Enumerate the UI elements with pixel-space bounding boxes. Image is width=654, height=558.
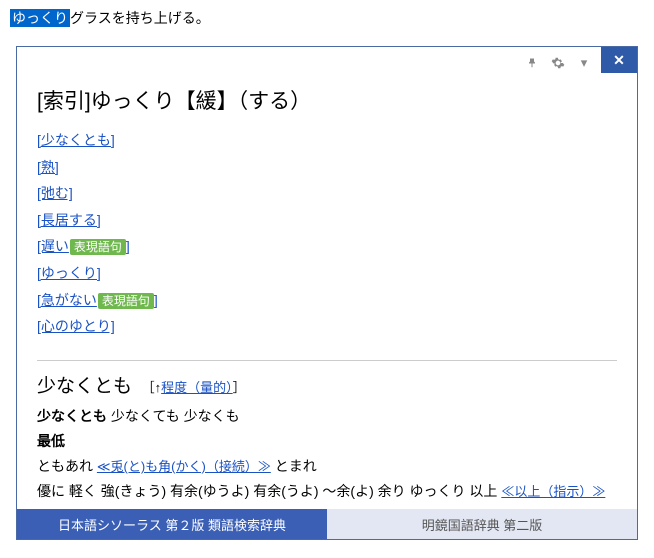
index-link[interactable]: [遅い [37, 238, 69, 254]
cross-ref-link[interactable]: ≪以上（指示）≫ [501, 484, 605, 499]
pin-icon[interactable] [523, 54, 541, 72]
index-link[interactable]: [長居する] [37, 212, 101, 228]
sentence-rest: グラスを持ち上げる。 [70, 10, 210, 26]
index-item: [急がない表現語句] [37, 287, 617, 314]
index-item: [少なくとも] [37, 127, 617, 154]
index-item: [遅い表現語句] [37, 233, 617, 260]
section-line: ともあれ ≪兎(と)も角(かく)（接続）≫ とまれ [37, 454, 617, 479]
term-bold: 少なくとも [37, 408, 107, 424]
index-link[interactable]: [少なくとも] [37, 132, 115, 148]
cross-ref-link[interactable]: ≪兎(と)も角(かく)（接続）≫ [97, 459, 271, 474]
term-bold: 最低 [37, 433, 65, 449]
tab-thesaurus[interactable]: 日本語シソーラス 第２版 類語検索辞典 [17, 509, 327, 539]
index-item: [弛む] [37, 180, 617, 207]
popup-toolbar: ▾ ✕ [17, 47, 637, 79]
chevron-down-icon[interactable]: ▾ [575, 54, 593, 72]
index-item: [長居する] [37, 207, 617, 234]
section-body: 少なくとも 少なくても 少なくも最低ともあれ ≪兎(と)も角(かく)（接続）≫ … [37, 404, 617, 509]
dictionary-tabs: 日本語シソーラス 第２版 類語検索辞典 明鏡国語辞典 第二版 [17, 509, 637, 539]
section-title: 少なくとも [37, 376, 132, 397]
expression-badge: 表現語句 [98, 293, 154, 309]
index-link-close[interactable]: ] [154, 292, 158, 308]
section-ref: ［↑程度（量的）］ [138, 380, 246, 395]
index-link[interactable]: [ゆっくり] [37, 265, 101, 281]
index-item: [熟] [37, 154, 617, 181]
section-line: 優に 軽く 強(きょう) 有余(ゆうよ) 有余(うよ) 〜余(よ) 余り ゆっく… [37, 479, 617, 509]
expression-badge: 表現語句 [70, 239, 126, 255]
index-list: [少なくとも][熟][弛む][長居する][遅い表現語句][ゆっくり][急がない表… [37, 127, 617, 340]
dictionary-content: [索引]ゆっくり【緩】（する） [少なくとも][熟][弛む][長居する][遅い表… [17, 79, 637, 509]
tab-meikyo[interactable]: 明鏡国語辞典 第二版 [327, 509, 637, 539]
section-line: 最低 [37, 429, 617, 454]
index-link[interactable]: [熟] [37, 159, 59, 175]
context-sentence: ゆっくりグラスを持ち上げる。 [0, 0, 654, 36]
section: 少なくとも ［↑程度（量的）］ 少なくとも 少なくても 少なくも最低ともあれ ≪兎… [37, 360, 617, 509]
index-link[interactable]: [急がない [37, 292, 97, 308]
dictionary-popup: ▾ ✕ [索引]ゆっくり【緩】（する） [少なくとも] [熟] [弛む] [長居する]… [16, 46, 638, 540]
index-item: [心のゆとり] [37, 313, 617, 340]
section-header: 少なくとも ［↑程度（量的）］ [37, 371, 617, 398]
index-link-close[interactable]: ] [126, 238, 130, 254]
index-item: [ゆっくり] [37, 260, 617, 287]
section-line: 少なくとも 少なくても 少なくも [37, 404, 617, 429]
category-link[interactable]: 程度（量的） [161, 380, 233, 395]
entry-headline: [索引]ゆっくり【緩】（する） [37, 85, 617, 115]
index-link[interactable]: [弛む] [37, 185, 73, 201]
index-link[interactable]: [心のゆとり] [37, 318, 115, 334]
gear-icon[interactable] [549, 54, 567, 72]
highlighted-word: ゆっくり [10, 9, 70, 27]
close-button[interactable]: ✕ [601, 47, 637, 73]
